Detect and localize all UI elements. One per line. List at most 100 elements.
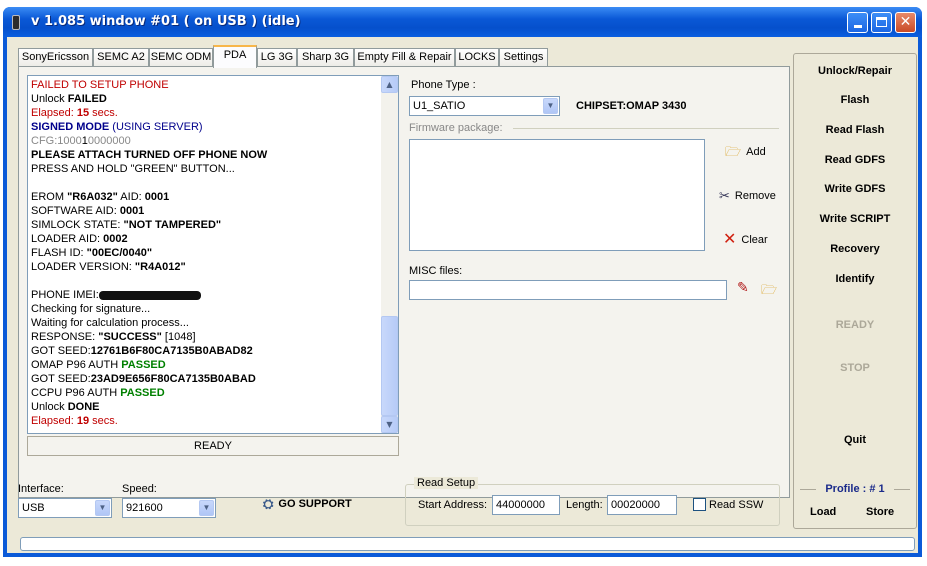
speed-label: Speed:: [122, 483, 157, 495]
minimize-button[interactable]: [847, 12, 868, 33]
chevron-down-icon[interactable]: ▼: [95, 500, 110, 516]
window-title: v 1.085 window #01 ( on USB ) (idle): [31, 14, 301, 29]
log-status-bar: READY: [27, 436, 399, 456]
read-flash-button[interactable]: Read Flash: [794, 124, 916, 136]
phone-icon: [12, 15, 20, 30]
tab-empty-fill-repair[interactable]: Empty Fill & Repair: [354, 48, 455, 67]
log-line: GOT SEED:23AD9E656F80CA7135B0ABAD: [31, 373, 256, 385]
identify-button[interactable]: Identify: [794, 273, 916, 285]
log-line: Elapsed: 15 secs.: [31, 107, 118, 119]
log-line: SIGNED MODE (USING SERVER): [31, 121, 203, 133]
chipset-label: CHIPSET:OMAP 3430: [576, 100, 687, 112]
firmware-list[interactable]: [409, 139, 705, 251]
log-line: SIMLOCK STATE: "NOT TAMPERED": [31, 219, 222, 231]
tab-pda[interactable]: PDA: [213, 45, 257, 68]
support-icon: ⛭: [263, 496, 274, 511]
log-line: Waiting for calculation process...: [31, 317, 189, 329]
flash-button[interactable]: Flash: [794, 94, 916, 106]
speed-select[interactable]: 921600 ▼: [122, 498, 216, 518]
clear-x-icon: ✕: [723, 231, 737, 248]
log-scrollbar[interactable]: ▲ ▼: [381, 76, 398, 433]
log-line: PRESS AND HOLD "GREEN" BUTTON...: [31, 163, 235, 175]
unlock-repair-button[interactable]: Unlock/Repair: [794, 65, 916, 77]
write-script-button[interactable]: Write SCRIPT: [794, 213, 916, 225]
start-address-input[interactable]: 44000000: [492, 495, 560, 515]
read-ssw-label: Read SSW: [709, 499, 764, 511]
profile-divider-right: [894, 489, 910, 490]
misc-files-label: MISC files:: [409, 265, 463, 277]
maximize-button[interactable]: [871, 12, 892, 33]
firmware-package-label: Firmware package:: [409, 122, 503, 134]
redacted-imei: [98, 290, 201, 300]
store-button[interactable]: Store: [866, 506, 894, 518]
folder-icon: 🗁: [725, 144, 742, 159]
log-line: FLASH ID: "00EC/0040": [31, 247, 153, 259]
log-line: CFG:100010000000: [31, 135, 131, 147]
tab-settings[interactable]: Settings: [499, 48, 548, 67]
tab-locks[interactable]: LOCKS: [455, 48, 499, 67]
chevron-down-icon[interactable]: ▼: [543, 98, 558, 114]
pda-tab-panel: FAILED TO SETUP PHONE Unlock FAILED Elap…: [18, 66, 790, 498]
log-line: LOADER VERSION: "R4A012": [31, 261, 186, 273]
scissors-icon: ✂: [719, 188, 730, 203]
write-gdfs-button[interactable]: Write GDFS: [794, 183, 916, 195]
title-bar[interactable]: v 1.085 window #01 ( on USB ) (idle) ✕: [3, 7, 922, 37]
phone-type-select[interactable]: U1_SATIO ▼: [409, 96, 560, 116]
recovery-button[interactable]: Recovery: [794, 243, 916, 255]
log-line: CCPU P96 AUTH PASSED: [31, 387, 165, 399]
log-line: SOFTWARE AID: 0001: [31, 205, 145, 217]
scroll-up-icon[interactable]: ▲: [381, 76, 398, 93]
log-lines: FAILED TO SETUP PHONE Unlock FAILED Elap…: [31, 78, 379, 428]
log-line: Unlock DONE: [31, 401, 100, 413]
log-line: FAILED TO SETUP PHONE: [31, 79, 169, 91]
interface-label: Interface:: [18, 483, 64, 495]
log-line: Unlock FAILED: [31, 93, 107, 105]
log-line: GOT SEED:12761B6F80CA7135B0ABAD82: [31, 345, 253, 357]
main-window: v 1.085 window #01 ( on USB ) (idle) ✕ S…: [3, 7, 922, 557]
read-setup-legend: Read Setup: [414, 477, 479, 489]
log-line: PLEASE ATTACH TURNED OFF PHONE NOW: [31, 149, 268, 161]
stop-button[interactable]: STOP: [794, 362, 916, 374]
start-address-label: Start Address:: [418, 499, 488, 511]
length-input[interactable]: 00020000: [607, 495, 677, 515]
log-line: EROM "R6A032" AID: 0001: [31, 191, 170, 203]
log-line: OMAP P96 AUTH PASSED: [31, 359, 166, 371]
read-gdfs-button[interactable]: Read GDFS: [794, 154, 916, 166]
client-area: SonyEricsson SEMC A2 SEMC ODM PDA LG 3G …: [7, 37, 918, 553]
add-button[interactable]: 🗁 Add: [725, 145, 766, 158]
load-button[interactable]: Load: [810, 506, 836, 518]
tab-sharp-3g[interactable]: Sharp 3G: [297, 48, 354, 67]
close-button[interactable]: ✕: [895, 12, 916, 33]
chevron-down-icon[interactable]: ▼: [199, 500, 214, 516]
log-line: LOADER AID: 0002: [31, 233, 128, 245]
scroll-thumb[interactable]: [381, 316, 398, 416]
length-label: Length:: [566, 499, 603, 511]
tab-semc-a2[interactable]: SEMC A2: [93, 48, 149, 67]
actions-panel: Unlock/Repair Flash Read Flash Read GDFS…: [793, 53, 917, 529]
read-ssw-checkbox[interactable]: [693, 498, 706, 511]
phone-type-label: Phone Type :: [411, 79, 476, 91]
log-output[interactable]: FAILED TO SETUP PHONE Unlock FAILED Elap…: [27, 75, 399, 434]
progress-bar: [20, 537, 915, 551]
tab-sonyericsson[interactable]: SonyEricsson: [18, 48, 93, 67]
tab-semc-odm[interactable]: SEMC ODM: [149, 48, 213, 67]
clear-button[interactable]: ✕ Clear: [723, 231, 768, 248]
log-line: PHONE IMEI:: [31, 288, 379, 302]
firmware-divider: [513, 128, 779, 129]
ready-button[interactable]: READY: [794, 319, 916, 331]
misc-files-input[interactable]: [409, 280, 727, 300]
go-support-button[interactable]: ⛭ GO SUPPORT: [263, 497, 352, 510]
interface-select[interactable]: USB ▼: [18, 498, 112, 518]
quit-button[interactable]: Quit: [794, 434, 916, 446]
scroll-down-icon[interactable]: ▼: [381, 416, 398, 433]
folder-icon[interactable]: 🗁: [761, 284, 777, 297]
log-line: RESPONSE: "SUCCESS" [1048]: [31, 331, 196, 343]
log-line: Elapsed: 19 secs.: [31, 415, 118, 427]
pencil-icon[interactable]: ✎: [737, 281, 749, 295]
log-line: Checking for signature...: [31, 303, 151, 315]
remove-button[interactable]: ✂ Remove: [719, 189, 776, 202]
tab-lg-3g[interactable]: LG 3G: [257, 48, 297, 67]
read-setup-group: Read Setup Start Address: 44000000 Lengt…: [405, 477, 780, 526]
